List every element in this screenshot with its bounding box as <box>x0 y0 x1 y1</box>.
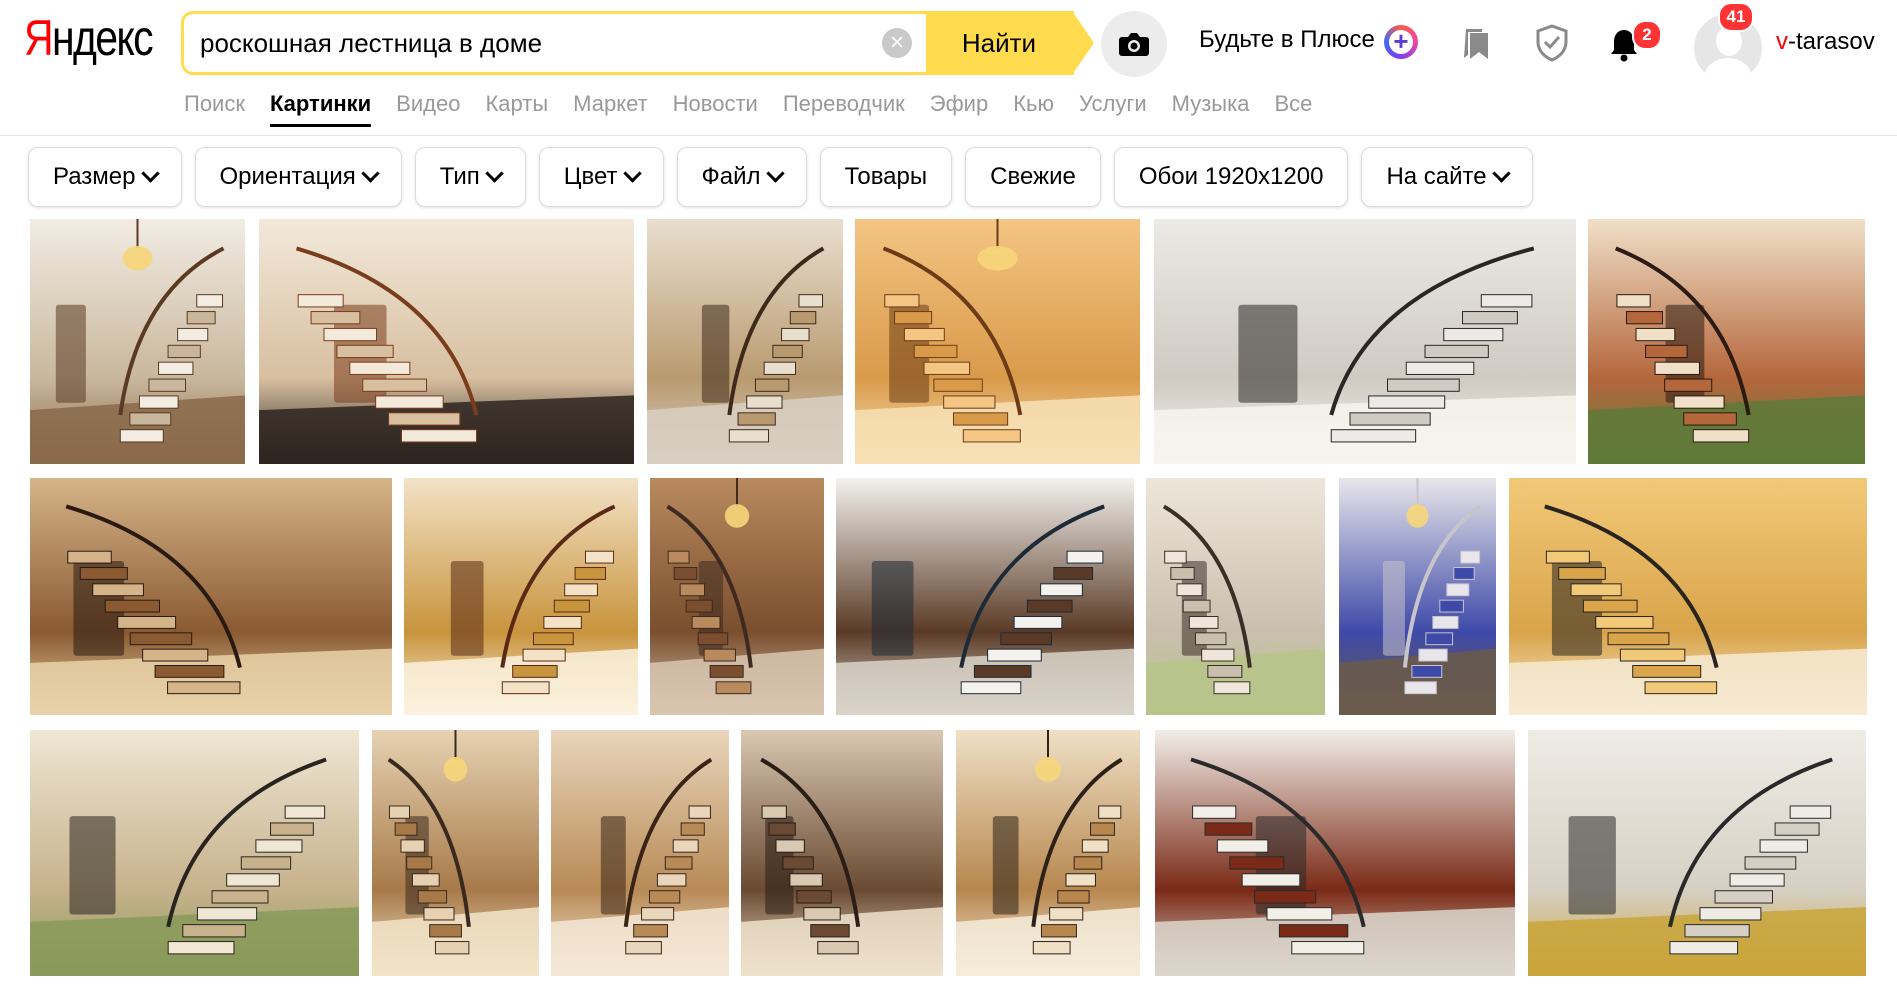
filter-label: Ориентация <box>219 163 356 190</box>
filter-button[interactable]: Тип <box>414 147 526 207</box>
staircase-thumbnail <box>1528 730 1866 976</box>
staircase-thumbnail <box>30 219 245 464</box>
filter-label: Свежие <box>990 163 1076 190</box>
filter-button[interactable]: На сайте <box>1361 147 1533 207</box>
nav-tab[interactable]: Карты <box>485 90 548 120</box>
image-result[interactable] <box>836 478 1134 715</box>
staircase-thumbnail <box>1154 219 1576 464</box>
image-result[interactable] <box>30 730 359 976</box>
staircase-thumbnail <box>647 219 843 464</box>
staircase-thumbnail <box>1146 478 1325 715</box>
image-result[interactable] <box>1528 730 1866 976</box>
staircase-thumbnail <box>1339 478 1496 715</box>
avatar-badge: 41 <box>1718 2 1754 32</box>
bookmark-icon[interactable] <box>1462 27 1492 61</box>
filter-bar: Размер Ориентация Тип Цвет Файл Товары Свежие О… <box>28 147 1546 207</box>
nav-tab[interactable]: Кью <box>1013 90 1054 120</box>
chevron-down-icon <box>765 163 785 183</box>
staircase-thumbnail <box>650 478 824 715</box>
chevron-down-icon <box>485 163 504 183</box>
image-result[interactable] <box>1154 219 1576 464</box>
image-result[interactable] <box>372 730 539 976</box>
staircase-thumbnail <box>836 478 1134 715</box>
image-result[interactable] <box>855 219 1140 464</box>
camera-icon <box>1119 33 1149 56</box>
filter-label: Файл <box>701 163 761 190</box>
image-result[interactable] <box>1339 478 1496 715</box>
plus-icon[interactable] <box>1384 25 1418 59</box>
nav-tab[interactable]: Новости <box>673 90 758 120</box>
clear-search-button[interactable]: × <box>882 28 912 58</box>
service-nav: Поиск Картинки Видео Карты Маркет Новости Пере… <box>184 90 1337 127</box>
staircase-thumbnail <box>855 219 1140 464</box>
filter-button[interactable]: Файл <box>676 147 807 207</box>
filter-label: Размер <box>53 163 136 190</box>
staircase-thumbnail <box>30 730 359 976</box>
image-result[interactable] <box>1509 478 1867 715</box>
filter-button[interactable]: Ориентация <box>194 147 402 207</box>
staircase-thumbnail <box>404 478 638 715</box>
image-result[interactable] <box>30 219 245 464</box>
nav-tab[interactable]: Маркет <box>573 90 648 120</box>
filter-label: На сайте <box>1386 163 1487 190</box>
image-result[interactable] <box>956 730 1140 976</box>
filter-label: Цвет <box>563 163 618 190</box>
notifications-badge: 2 <box>1632 20 1662 50</box>
image-result[interactable] <box>647 219 843 464</box>
filter-button[interactable]: Цвет <box>538 147 664 207</box>
image-result[interactable] <box>404 478 638 715</box>
chevron-down-icon <box>1491 163 1511 183</box>
image-result[interactable] <box>650 478 824 715</box>
filter-label: Обои 1920х1200 <box>1138 163 1324 190</box>
image-result[interactable] <box>741 730 943 976</box>
staircase-thumbnail <box>1588 219 1865 464</box>
image-result[interactable] <box>1588 219 1865 464</box>
nav-tab[interactable]: Поиск <box>184 90 245 120</box>
image-search-button[interactable] <box>1101 11 1167 77</box>
header-divider <box>0 135 1897 136</box>
chevron-down-icon <box>140 163 160 183</box>
staircase-thumbnail <box>30 478 392 715</box>
chevron-down-icon <box>361 163 380 183</box>
shield-icon[interactable] <box>1535 24 1569 62</box>
image-result[interactable] <box>551 730 729 976</box>
nav-tab[interactable]: Картинки <box>269 90 372 127</box>
nav-tab[interactable]: Музыка <box>1172 90 1250 120</box>
filter-label: Товары <box>844 163 928 190</box>
nav-tab[interactable]: Эфир <box>930 90 988 120</box>
nav-tab[interactable]: Все <box>1274 90 1312 120</box>
image-result[interactable] <box>259 219 634 464</box>
filter-label: Тип <box>439 163 480 190</box>
nav-tab[interactable]: Видео <box>396 90 460 120</box>
filter-button[interactable]: Размер <box>28 147 182 207</box>
filter-button[interactable]: Товары <box>819 147 953 207</box>
staircase-thumbnail <box>259 219 634 464</box>
nav-tab[interactable]: Услуги <box>1079 90 1147 120</box>
plus-promo-link[interactable]: Будьте в Плюсе <box>1199 26 1375 54</box>
filter-button[interactable]: Свежие <box>965 147 1101 207</box>
search-input[interactable] <box>200 14 880 72</box>
staircase-thumbnail <box>551 730 729 976</box>
staircase-thumbnail <box>1155 730 1515 976</box>
yandex-logo[interactable]: Яндекс <box>24 8 154 68</box>
staircase-thumbnail <box>372 730 539 976</box>
chevron-down-icon <box>622 163 642 183</box>
image-result[interactable] <box>1155 730 1515 976</box>
find-button[interactable]: Найти <box>926 11 1072 75</box>
staircase-thumbnail <box>956 730 1140 976</box>
find-button-arrow <box>1072 11 1094 75</box>
nav-tab[interactable]: Переводчик <box>783 90 905 120</box>
staircase-thumbnail <box>1509 478 1867 715</box>
filter-button[interactable]: Обои 1920х1200 <box>1113 147 1349 207</box>
image-result[interactable] <box>30 478 392 715</box>
staircase-thumbnail <box>741 730 943 976</box>
username-link[interactable]: v-tarasov <box>1776 28 1875 56</box>
image-result[interactable] <box>1146 478 1325 715</box>
